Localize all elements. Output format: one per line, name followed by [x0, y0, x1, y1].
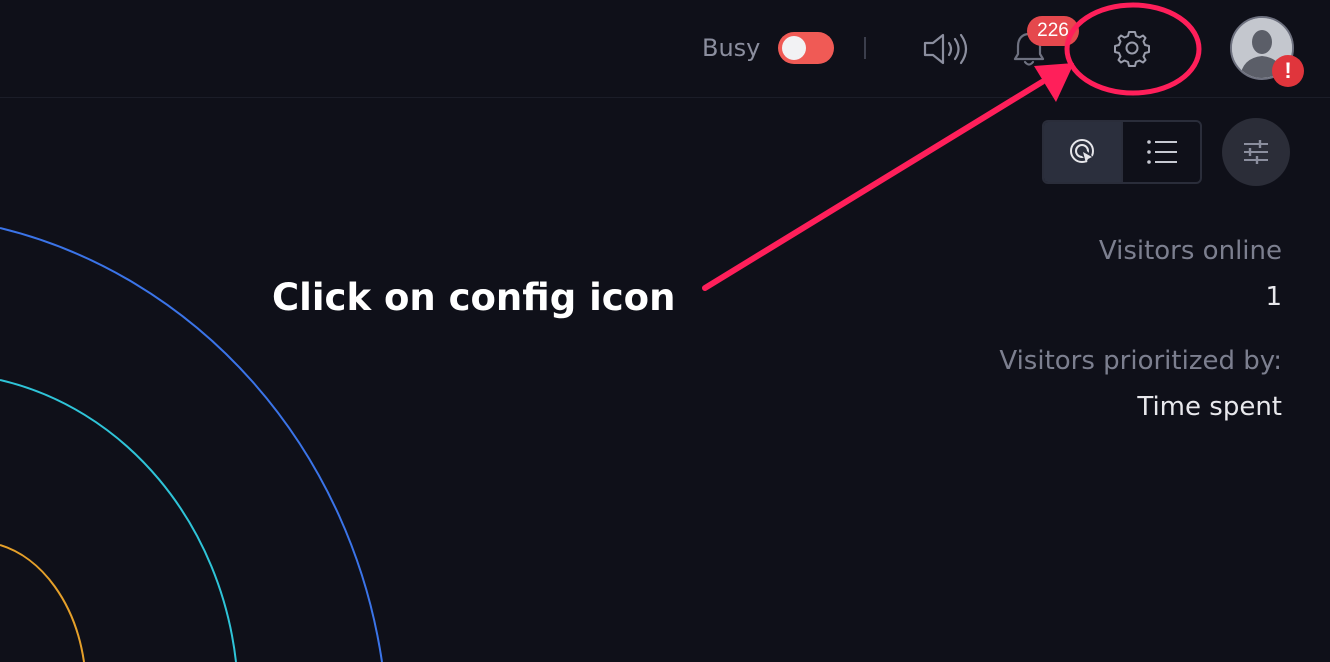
config-button[interactable] [1108, 24, 1156, 72]
visitors-prioritized-value: Time spent [1137, 392, 1282, 422]
busy-toggle[interactable] [778, 32, 834, 64]
annotation-arrow-shaft [702, 79, 1045, 291]
visitors-online-value: 1 [1265, 282, 1282, 312]
top-bar: Busy 226 ! [0, 0, 1330, 98]
speaker-waves-icon [923, 33, 968, 65]
radar-icon [1069, 139, 1094, 164]
orbit-inner [0, 544, 85, 662]
visitor-radar [0, 227, 383, 662]
busy-label: Busy [702, 34, 761, 62]
avatar-alert-badge: ! [1272, 55, 1304, 87]
orbit-middle [0, 379, 237, 662]
gear-icon [1114, 31, 1150, 67]
page: Busy 226 ! Visitors online 1 Visitors pr… [0, 0, 1330, 662]
notification-count-badge: 226 [1027, 16, 1079, 46]
filter-settings-button[interactable] [1222, 118, 1290, 186]
radar-view-button[interactable] [1044, 122, 1121, 182]
visitors-online-label: Visitors online [1098, 236, 1282, 266]
header-divider [864, 37, 866, 59]
sliders-icon [1244, 140, 1268, 164]
visitors-prioritized-label: Visitors prioritized by: [999, 346, 1282, 376]
list-icon [1146, 140, 1177, 164]
list-view-button[interactable] [1121, 122, 1200, 182]
view-mode-toggle [1042, 120, 1202, 184]
annotation-overlay [702, 2, 1202, 291]
sound-button[interactable] [916, 28, 976, 70]
toggle-knob [782, 36, 806, 60]
annotation-callout-text: Click on config icon [272, 276, 676, 319]
